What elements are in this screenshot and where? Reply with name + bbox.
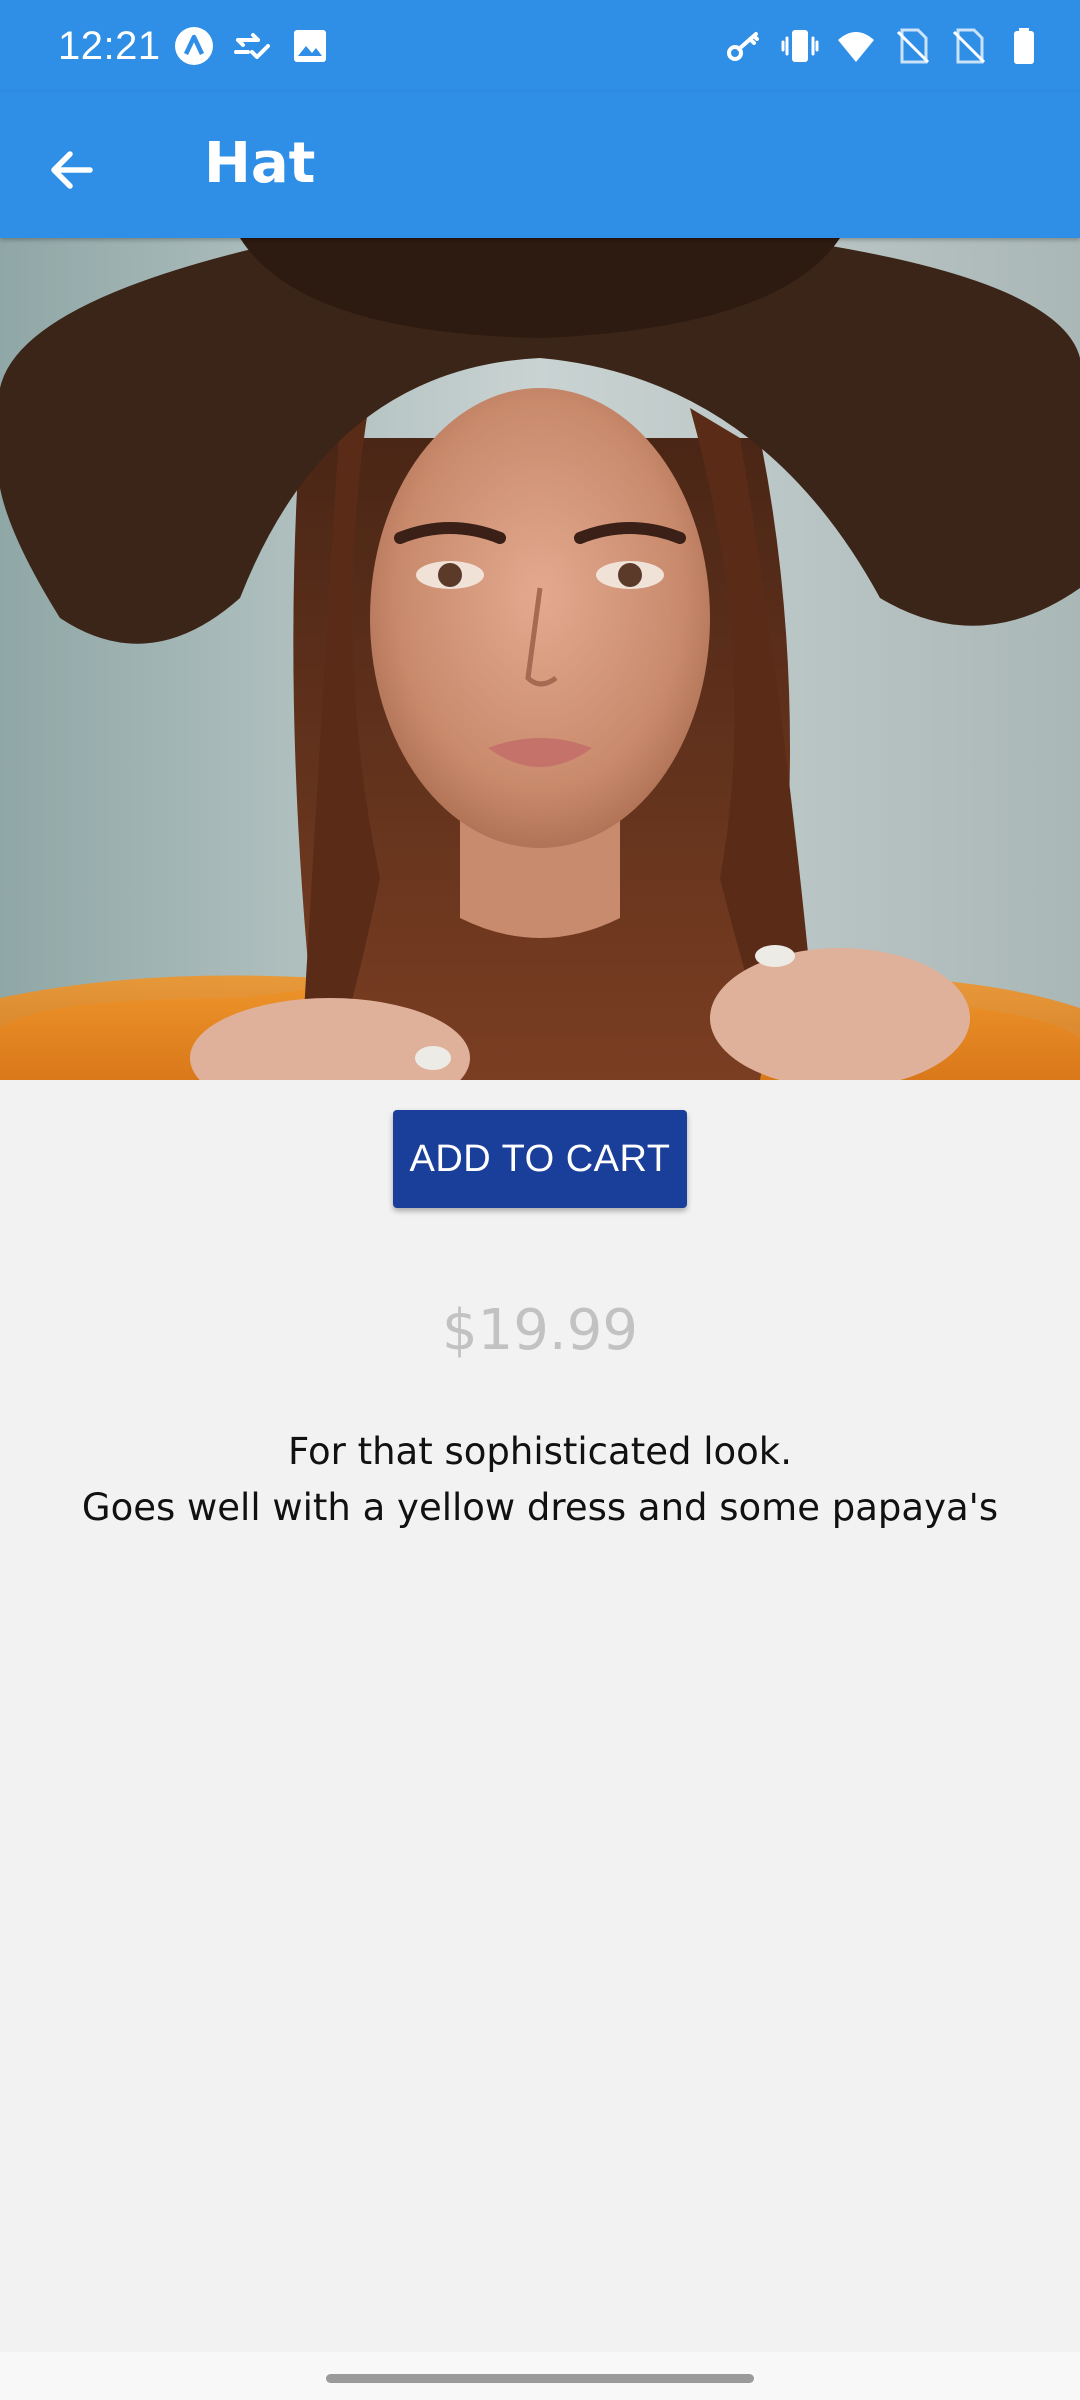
- status-system-icons: [724, 24, 1044, 68]
- product-image: [0, 238, 1080, 1080]
- page-title: Hat: [204, 131, 316, 196]
- back-button[interactable]: [30, 128, 114, 212]
- arrow-left-icon: [51, 151, 93, 189]
- vpn-key-icon: [727, 32, 759, 61]
- product-description: For that sophisticated look. Goes well w…: [0, 1424, 1080, 1536]
- product-price: $19.99: [442, 1298, 638, 1363]
- a-logo-icon: [175, 27, 213, 65]
- vibrate-icon: [781, 30, 819, 62]
- status-bar: 12:21: [0, 0, 1080, 92]
- wifi-icon: [838, 32, 874, 62]
- description-line-2: Goes well with a yellow dress and some p…: [81, 1486, 999, 1529]
- status-time: 12:21: [58, 24, 161, 68]
- home-indicator[interactable]: [326, 2374, 754, 2383]
- app-bar: Hat: [0, 92, 1080, 238]
- add-to-cart-button[interactable]: ADD TO CART: [393, 1110, 687, 1208]
- image-icon: [294, 30, 326, 62]
- battery-icon: [1014, 28, 1034, 64]
- navigation-bar: [0, 2352, 1080, 2400]
- sync-check-icon: [234, 33, 270, 59]
- no-sim-icon: [952, 28, 986, 64]
- status-notification-icons: [174, 24, 330, 68]
- no-sim-icon: [896, 28, 930, 64]
- description-line-1: For that sophisticated look.: [288, 1430, 792, 1473]
- product-detail-screen: 12:21 Hat ADD TO CART $19.99 For that so…: [0, 0, 1080, 2400]
